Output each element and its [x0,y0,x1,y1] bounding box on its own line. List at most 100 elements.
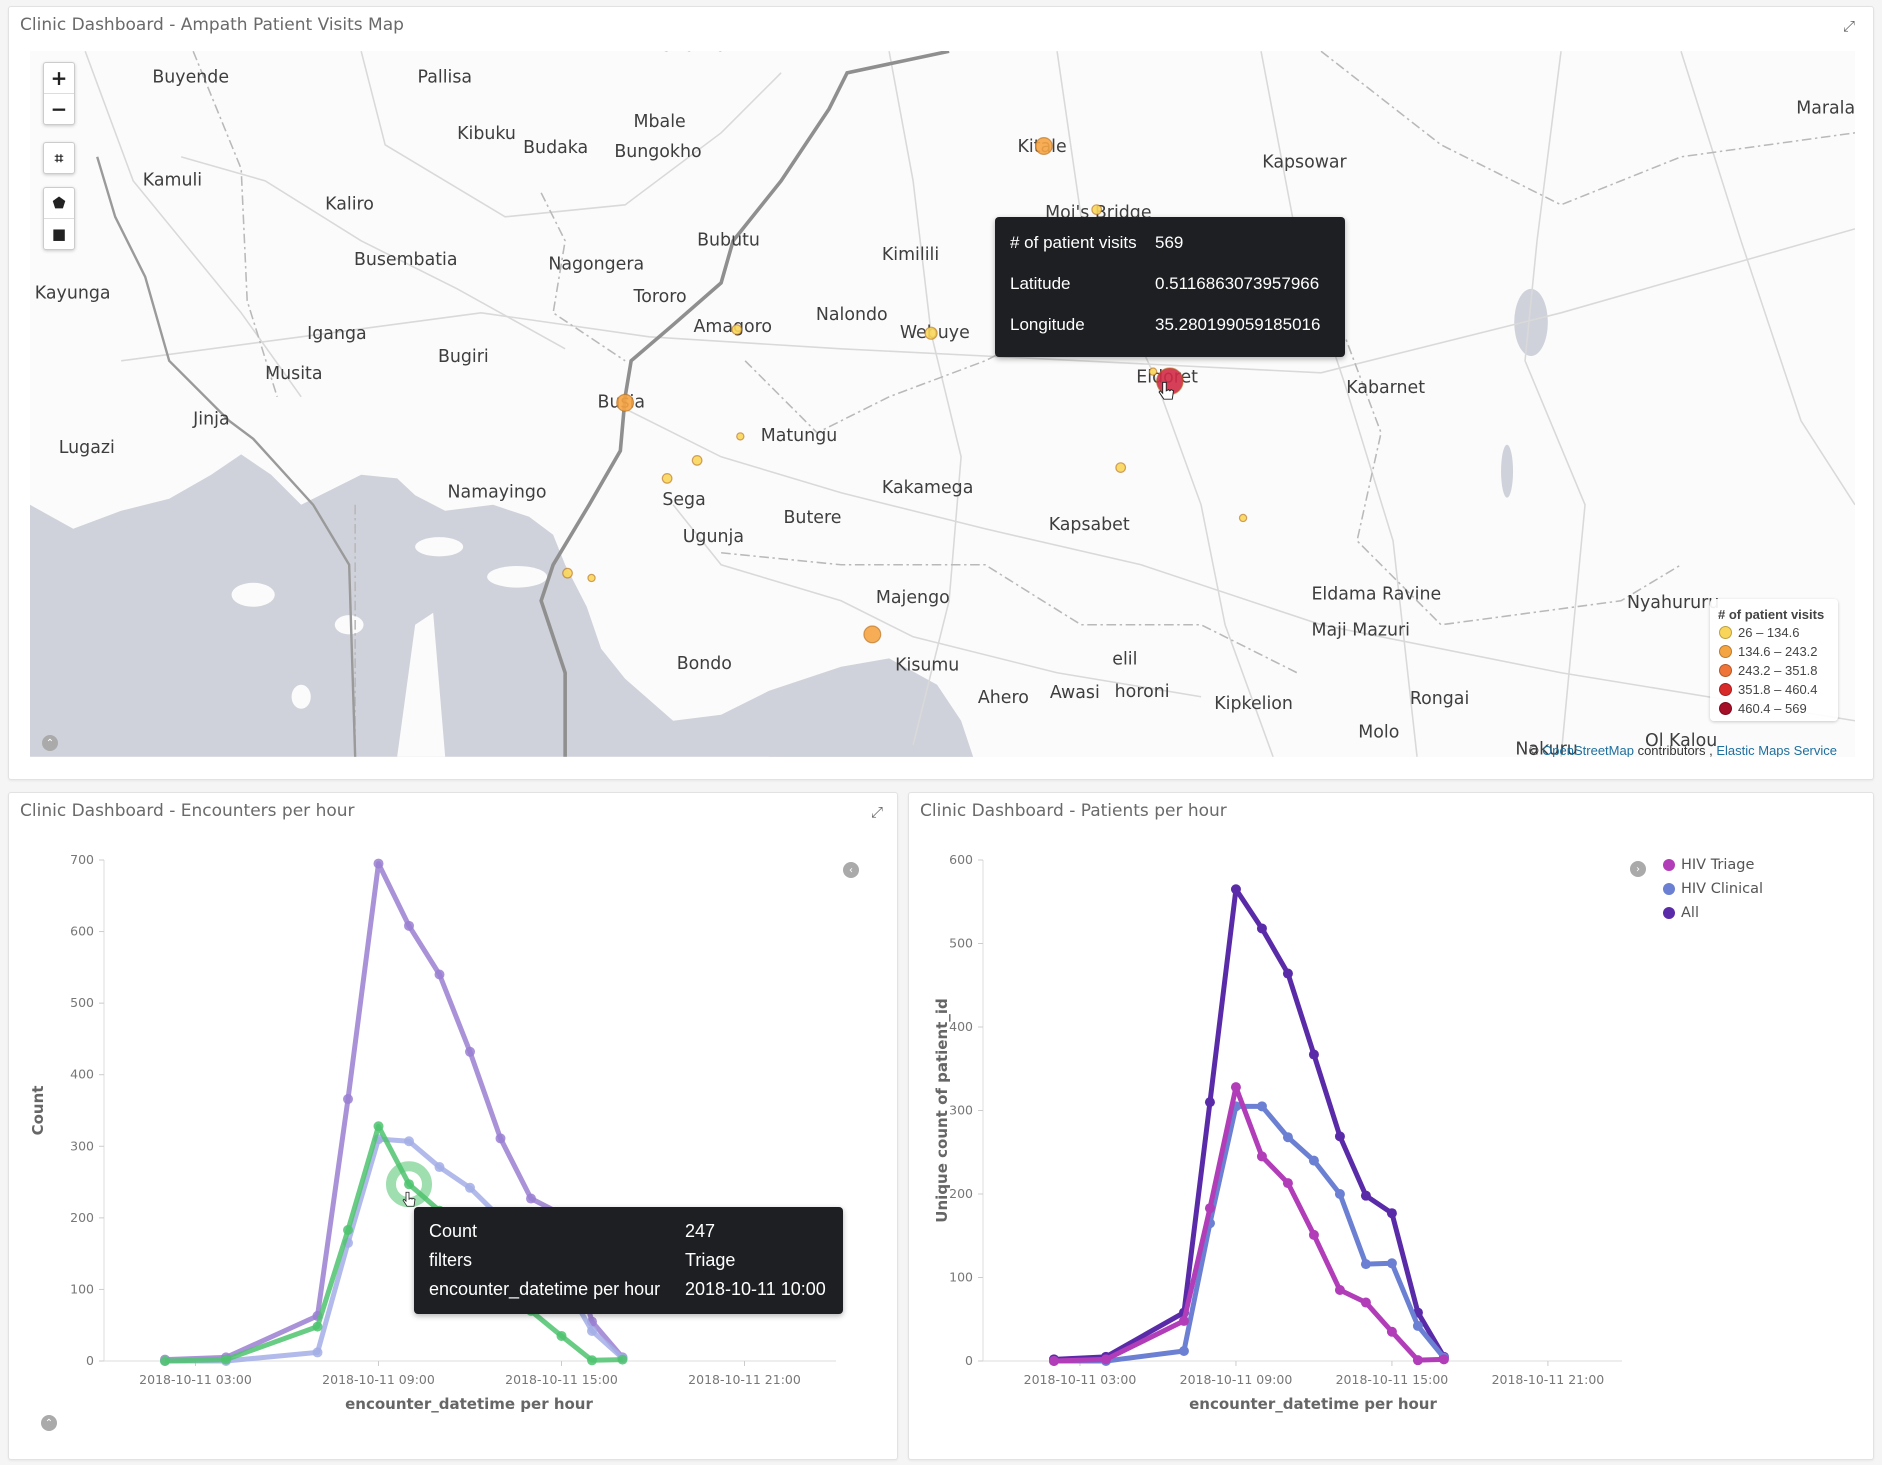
data-point[interactable] [1256,923,1267,934]
data-point[interactable] [1308,1049,1319,1060]
data-point[interactable] [373,858,384,869]
legend-toggle-icon[interactable]: ⌃ [41,1415,57,1431]
place-label: Mbale [634,112,686,132]
patients-panel: Clinic Dashboard - Patients per hour 0 10… [908,792,1874,1460]
series-line[interactable] [1053,1084,1445,1364]
data-point[interactable] [1204,1097,1215,1108]
data-point[interactable] [160,1356,170,1366]
data-point[interactable] [1100,1354,1111,1365]
visit-marker[interactable] [924,326,938,340]
data-point[interactable] [1230,884,1241,895]
visit-marker[interactable] [587,573,596,583]
data-point[interactable] [373,1121,384,1132]
data-point[interactable] [1282,1132,1293,1143]
data-point[interactable] [617,1354,628,1365]
data-point[interactable] [1256,1151,1267,1162]
place-label: Kaliro [325,195,374,215]
data-point[interactable] [434,969,445,980]
visit-marker[interactable] [863,625,882,644]
data-point[interactable] [1256,1101,1267,1112]
rectangle-draw-icon[interactable]: ■ [44,218,74,249]
visit-marker[interactable] [562,567,573,579]
visit-marker[interactable] [661,472,673,484]
visit-marker[interactable] [1148,367,1158,376]
visit-marker[interactable] [736,432,745,441]
legend-item-all[interactable]: All [1663,905,1699,921]
data-point[interactable] [495,1133,506,1144]
legend-collapse-icon[interactable]: › [1630,861,1646,877]
data-point[interactable] [1308,1229,1319,1240]
tooltip-value: 247 [685,1221,716,1241]
visit-marker[interactable] [1238,513,1248,523]
data-point[interactable] [1386,1208,1397,1219]
data-point[interactable] [1334,1131,1345,1142]
data-point[interactable] [1178,1345,1189,1356]
data-point[interactable] [1204,1203,1215,1214]
data-point[interactable] [556,1330,567,1341]
data-point[interactable] [434,1162,445,1173]
zoom-out-button[interactable]: − [44,93,74,124]
data-point[interactable] [1386,1258,1397,1269]
x-tick-label: 2018-10-11 09:00 [322,1372,435,1387]
legend-item-hiv-clinical[interactable]: HIV Clinical [1663,881,1763,897]
visit-marker[interactable] [1091,204,1103,216]
data-point[interactable] [404,1179,414,1190]
legend-expand-icon[interactable]: ‹ [843,862,859,878]
zoom-in-button[interactable]: + [44,63,74,93]
y-tick-label: 300 [949,1103,973,1118]
legend-dot [1719,645,1732,658]
data-point[interactable] [1230,1082,1241,1093]
data-point[interactable] [1386,1326,1397,1337]
data-point[interactable] [1282,1178,1293,1189]
y-tick-label: 700 [70,852,94,867]
x-tick-label: 2018-10-11 15:00 [1336,1372,1449,1387]
tooltip-label: filters [429,1250,473,1270]
x-tick-label: 2018-10-11 15:00 [505,1372,618,1387]
map-tooltip: # of patient visits 569 Latitude 0.51168… [995,217,1345,357]
data-point[interactable] [465,1182,475,1193]
data-point[interactable] [312,1347,323,1358]
data-point[interactable] [221,1354,231,1365]
data-point[interactable] [1360,1190,1371,1201]
visit-marker[interactable] [616,393,635,412]
x-tick-label: 2018-10-11 09:00 [1180,1372,1293,1387]
data-point[interactable] [312,1321,323,1332]
data-point[interactable] [1412,1355,1423,1366]
visit-marker[interactable] [691,454,703,466]
crop-icon[interactable]: ⌗ [44,143,74,173]
legend-item: 134.6 – 243.2 [1719,643,1838,660]
data-point[interactable] [1178,1315,1189,1326]
place-label: Matungu [761,426,838,446]
data-point[interactable] [1438,1354,1449,1365]
data-point[interactable] [1334,1285,1345,1296]
data-point[interactable] [343,1225,353,1236]
data-point[interactable] [1048,1356,1059,1366]
tooltip-value: 2018-10-11 10:00 [685,1279,826,1299]
data-point[interactable] [465,1046,475,1057]
data-point[interactable] [1308,1155,1319,1166]
data-point[interactable] [1360,1259,1371,1270]
visit-marker[interactable] [731,324,743,336]
legend-item-hiv-triage[interactable]: HIV Triage [1663,857,1754,873]
legend-label: 134.6 – 243.2 [1738,644,1818,659]
tooltip-label: Longitude [1010,315,1085,334]
zoom-controls: + − [43,62,75,125]
visit-marker[interactable] [1034,137,1053,156]
data-point[interactable] [526,1193,536,1204]
data-point[interactable] [1412,1320,1423,1331]
data-point[interactable] [1360,1297,1371,1308]
data-point[interactable] [587,1355,597,1366]
data-point[interactable] [1282,968,1293,979]
ems-link[interactable]: Elastic Maps Service [1716,743,1837,757]
data-point[interactable] [404,920,414,931]
data-point[interactable] [343,1094,353,1105]
data-point[interactable] [404,1136,414,1147]
legend-toggle-icon[interactable]: ⌃ [42,735,58,751]
osm-link[interactable]: OpenStreetMap [1542,743,1634,757]
data-point[interactable] [1334,1189,1345,1199]
map-canvas[interactable]: Sironko Buyende Pallisa Mbale Kibuku Budaka Bu… [30,51,1855,757]
fullscreen-icon[interactable]: ⤢ [1843,17,1855,35]
visit-marker[interactable] [1115,462,1127,473]
polygon-draw-icon[interactable]: ⬟ [44,188,74,218]
data-point[interactable] [587,1325,597,1336]
